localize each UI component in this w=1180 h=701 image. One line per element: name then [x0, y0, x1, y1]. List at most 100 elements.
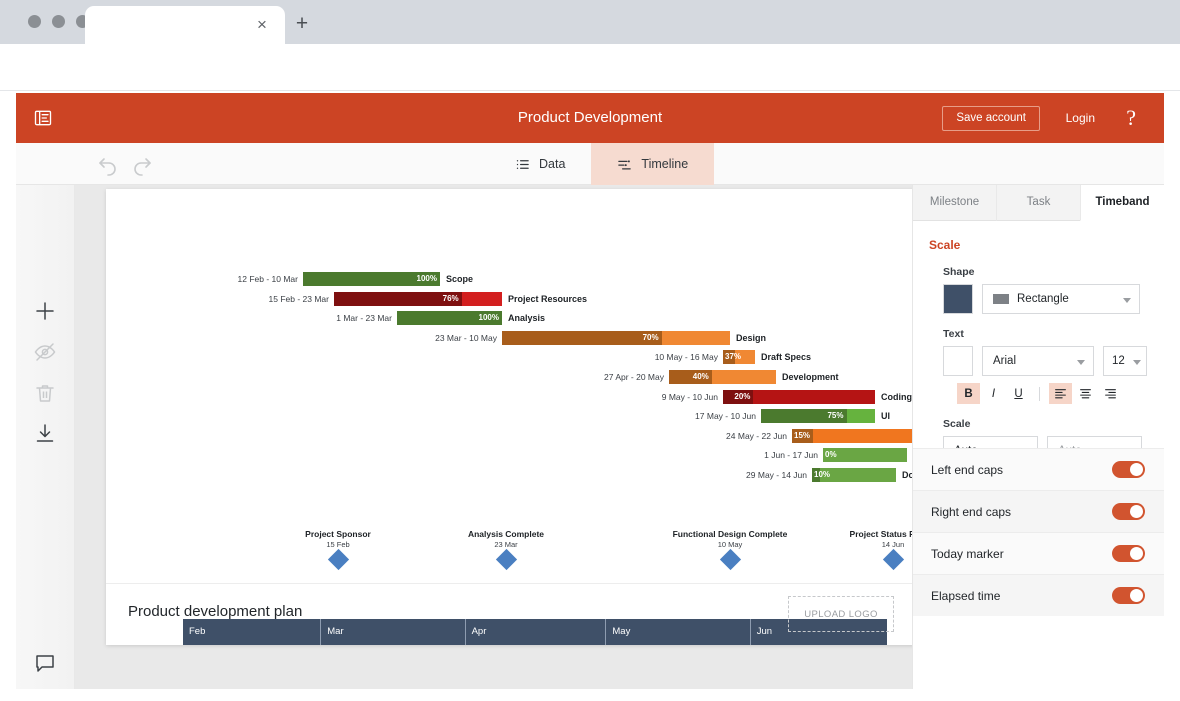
task-bar[interactable]: 10% — [812, 468, 896, 482]
toggle-row[interactable]: Right end caps — [913, 490, 1164, 532]
gantt-row[interactable]: 15 Feb - 23 Mar 76% Project Resources — [269, 291, 587, 306]
italic-button[interactable]: I — [982, 383, 1005, 404]
help-icon[interactable]: ? — [1126, 103, 1136, 133]
sheet-footer: Product development plan UPLOAD LOGO — [106, 583, 912, 645]
toggle-label: Elapsed time — [931, 588, 1001, 603]
task-bar[interactable]: 70% — [502, 330, 730, 345]
format-divider — [1039, 386, 1040, 401]
toggle-row[interactable]: Elapsed time — [913, 574, 1164, 616]
task-name-label: Coding — [881, 391, 912, 402]
gantt-row[interactable]: 29 May - 14 Jun 10% Documentation — [746, 468, 912, 482]
left-toolbar — [16, 185, 75, 689]
underline-button[interactable]: U — [1007, 383, 1030, 404]
gantt-row[interactable]: 17 May - 10 Jun 75% UI — [695, 409, 890, 424]
gantt-row[interactable]: 27 Apr - 20 May 40% Development — [604, 370, 839, 384]
hide-icon[interactable] — [33, 340, 57, 364]
task-date-range: 9 May - 10 Jun — [661, 391, 718, 402]
tab-timeline[interactable]: Timeline — [591, 143, 715, 185]
panel-tab-milestone[interactable]: Milestone — [913, 185, 996, 221]
align-center-button[interactable] — [1074, 383, 1097, 404]
comment-icon[interactable] — [33, 651, 57, 675]
task-name-label: Project Resources — [508, 293, 588, 304]
task-bar[interactable]: 100% — [303, 272, 440, 286]
undo-redo-group — [96, 152, 154, 176]
shape-color-swatch[interactable] — [943, 284, 973, 314]
toggle-switch[interactable] — [1112, 545, 1145, 562]
panel-tab-task[interactable]: Task — [996, 185, 1080, 221]
task-percent-label: 40% — [692, 372, 709, 381]
chart-footer-title[interactable]: Product development plan — [128, 603, 302, 620]
new-tab-icon[interactable]: + — [292, 13, 312, 35]
browser-tab[interactable]: × — [85, 6, 285, 44]
bold-button[interactable]: B — [957, 383, 980, 404]
gantt-row[interactable]: 12 Feb - 10 Mar 100% Scope — [238, 272, 473, 286]
chevron-down-icon — [1123, 298, 1131, 303]
text-color-swatch[interactable] — [943, 346, 973, 376]
toggle-switch[interactable] — [1112, 503, 1145, 520]
delete-icon[interactable] — [33, 381, 57, 405]
window-controls[interactable] — [28, 15, 89, 28]
milestone-name: Analysis Complete — [467, 529, 545, 539]
toggle-row[interactable]: Left end caps — [913, 448, 1164, 490]
gantt-row[interactable]: 1 Jun - 17 Jun0%Training — [764, 448, 907, 463]
task-date-range: 1 Jun - 17 Jun — [764, 450, 818, 461]
task-percent-label: 10% — [814, 470, 831, 479]
task-name-label: Analysis — [508, 313, 546, 324]
task-name-label: Scope — [446, 274, 474, 284]
add-icon[interactable] — [33, 299, 57, 323]
redo-icon[interactable] — [130, 152, 154, 176]
gantt-chart[interactable]: 12 Feb - 10 Mar 100% Scope 15 Feb - 23 Mar 7… — [106, 189, 912, 581]
font-family-select[interactable]: Arial — [982, 346, 1094, 376]
close-window-dot[interactable] — [28, 15, 41, 28]
save-account-button[interactable]: Save account — [942, 106, 1040, 131]
tab-data[interactable]: Data — [489, 143, 591, 185]
align-left-button[interactable] — [1049, 383, 1072, 404]
timeline-sheet[interactable]: 12 Feb - 10 Mar 100% Scope 15 Feb - 23 Mar 7… — [106, 189, 912, 645]
task-date-range: 10 May - 16 May — [654, 352, 718, 363]
milestone[interactable]: Functional Design Complete 10 May — [650, 529, 810, 571]
gantt-row[interactable]: 9 May - 10 Jun 20% Coding — [662, 389, 912, 404]
task-name-label: Design — [736, 332, 767, 343]
minimize-window-dot[interactable] — [52, 15, 65, 28]
toggle-switch[interactable] — [1112, 461, 1145, 478]
toggle-switch[interactable] — [1112, 587, 1145, 604]
gantt-row[interactable]: 23 Mar - 10 May 70% Design — [435, 330, 766, 345]
app-body: 12 Feb - 10 Mar 100% Scope 15 Feb - 23 Mar 7… — [16, 185, 1164, 689]
align-right-button[interactable] — [1099, 383, 1122, 404]
task-bar[interactable]: 75% — [761, 409, 875, 424]
task-date-range: 29 May - 14 Jun — [746, 470, 807, 480]
milestone[interactable]: Project Sponsor 15 Feb — [258, 529, 418, 571]
gantt-row[interactable]: 24 May - 22 Jun15%Testing — [726, 428, 912, 443]
task-percent-label: 70% — [642, 332, 659, 342]
download-icon[interactable] — [33, 422, 57, 446]
panel-tab-timeband[interactable]: Timeband — [1080, 185, 1164, 221]
login-link[interactable]: Login — [1066, 106, 1095, 131]
toggle-row[interactable]: Today marker — [913, 532, 1164, 574]
close-tab-icon[interactable]: × — [253, 16, 271, 34]
font-size-select[interactable]: 12 — [1103, 346, 1147, 376]
task-bar[interactable]: 76% — [334, 291, 502, 306]
text-format-toolbar: B I U — [957, 383, 1164, 404]
task-bar[interactable]: 40% — [669, 370, 776, 384]
panel-tabs: Milestone Task Timeband — [913, 185, 1164, 221]
milestone[interactable]: Analysis Complete 23 Mar — [426, 529, 586, 571]
gantt-row[interactable]: 10 May - 16 May 37% Draft Specs — [655, 350, 811, 365]
task-percent-label: 76% — [442, 293, 459, 303]
gantt-row[interactable]: 1 Mar - 23 Mar 100% Analysis — [336, 311, 545, 326]
text-group: Text Arial 12 B I U — [943, 328, 1164, 404]
shape-group: Shape Rectangle — [943, 266, 1164, 314]
browser-tab-bar: × + — [0, 0, 1180, 44]
undo-icon[interactable] — [96, 152, 120, 176]
milestone-name: Project Sponsor — [305, 529, 371, 539]
task-bar[interactable]: 100% — [397, 311, 502, 326]
milestone[interactable]: Project Status Report14 Jun — [813, 529, 912, 571]
task-bar[interactable]: 37% — [723, 350, 755, 365]
canvas-area[interactable]: 12 Feb - 10 Mar 100% Scope 15 Feb - 23 Mar 7… — [75, 185, 912, 689]
rectangle-shape-icon — [993, 294, 1009, 304]
task-bar[interactable]: 20% — [723, 389, 875, 404]
task-bar[interactable]: 15% — [792, 428, 912, 443]
upload-logo-button[interactable]: UPLOAD LOGO — [788, 596, 894, 632]
task-bar[interactable]: 0% — [823, 448, 907, 463]
task-percent-label: 37% — [725, 352, 742, 362]
shape-select[interactable]: Rectangle — [982, 284, 1140, 314]
